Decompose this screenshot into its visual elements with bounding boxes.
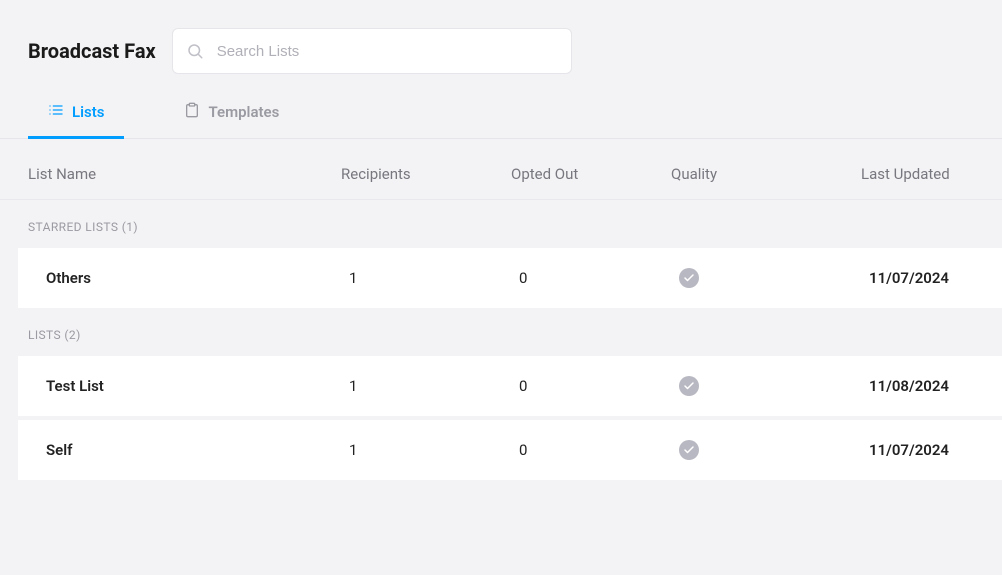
col-list-name: List Name [28,165,341,183]
cell-quality [679,268,869,288]
tab-templates[interactable]: Templates [164,102,299,139]
checkmark-icon [679,440,699,460]
cell-opted-out: 0 [519,441,679,459]
cell-recipients: 1 [349,269,519,287]
tab-lists-label: Lists [72,103,104,121]
cell-list-name: Test List [46,377,349,395]
cell-list-name: Self [46,441,349,459]
cell-list-name: Others [46,269,349,287]
cell-recipients: 1 [349,441,519,459]
col-quality: Quality [671,165,861,183]
tab-templates-label: Templates [208,103,279,121]
cell-last-updated: 11/07/2024 [869,441,974,459]
checkmark-icon [679,376,699,396]
cell-quality [679,376,869,396]
section-lists-label: LISTS (2) [0,308,1002,352]
col-opted-out: Opted Out [511,165,671,183]
section-starred-label: STARRED LISTS (1) [0,200,1002,244]
cell-last-updated: 11/08/2024 [869,377,974,395]
templates-icon [184,102,200,122]
column-headers: List Name Recipients Opted Out Quality L… [0,139,1002,200]
cell-opted-out: 0 [519,269,679,287]
cell-opted-out: 0 [519,377,679,395]
table-row[interactable]: Others 1 0 11/07/2024 [18,248,1002,308]
cell-last-updated: 11/07/2024 [869,269,974,287]
list-icon [48,102,64,122]
col-recipients: Recipients [341,165,511,183]
table-row[interactable]: Test List 1 0 11/08/2024 [18,356,1002,416]
cell-recipients: 1 [349,377,519,395]
search-input[interactable] [172,28,572,74]
checkmark-icon [679,268,699,288]
page-title: Broadcast Fax [28,39,156,63]
search-icon [186,42,204,60]
table-row[interactable]: Self 1 0 11/07/2024 [18,420,1002,480]
tab-lists[interactable]: Lists [28,102,124,139]
col-last-updated: Last Updated [861,165,974,183]
cell-quality [679,440,869,460]
